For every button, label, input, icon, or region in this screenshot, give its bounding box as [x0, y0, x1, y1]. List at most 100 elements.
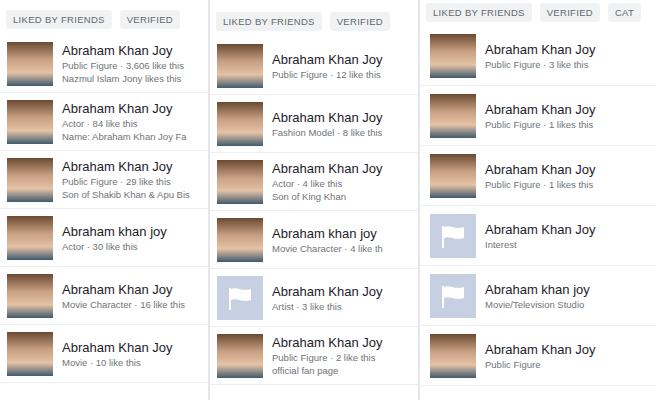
filter-chip[interactable]: VERIFIED	[540, 3, 600, 22]
result-note: Son of King Khan	[272, 191, 383, 202]
result-list: Abraham Khan Joy Public Figure · 3 like …	[420, 26, 656, 386]
result-row[interactable]: Abraham Khan Joy Actor · 4 like this Son…	[210, 153, 418, 211]
result-info: Abraham Khan Joy Actor · 4 like this Son…	[272, 161, 383, 202]
filter-chip[interactable]: VERIFIED	[120, 10, 180, 29]
result-info: Abraham Khan Joy Public Figure · 3,606 l…	[62, 43, 184, 84]
result-note: Son of Shakib Khan & Apu Bis	[62, 189, 190, 200]
result-note: official fan page	[272, 365, 383, 376]
result-row[interactable]: Abraham khan joy Movie Character · 4 lik…	[210, 211, 418, 269]
profile-photo	[7, 274, 53, 318]
result-info: Abraham Khan Joy Movie Character · 16 li…	[62, 282, 185, 310]
result-row[interactable]: Abraham Khan Joy Movie Character · 16 li…	[0, 267, 208, 325]
search-results-panel: LIKED BY FRIENDS VERIFIED CAT Abraham Khan…	[420, 0, 656, 400]
profile-photo	[7, 158, 53, 202]
profile-photo	[7, 42, 53, 86]
result-name: Abraham khan joy	[62, 224, 167, 239]
result-name: Abraham khan joy	[485, 282, 590, 297]
result-row[interactable]: Abraham Khan Joy Public Figure · 2 like …	[210, 327, 418, 385]
result-info: Abraham Khan Joy Public Figure · 1 likes…	[485, 102, 596, 130]
result-row[interactable]: Abraham khan joy Movie/Television Studio	[420, 266, 656, 326]
result-name: Abraham Khan Joy	[62, 282, 185, 297]
filter-bar: LIKED BY FRIENDS VERIFIED	[0, 10, 208, 29]
profile-photo	[217, 218, 263, 262]
filter-chip[interactable]: VERIFIED	[330, 12, 390, 31]
filter-chip[interactable]: LIKED BY FRIENDS	[6, 10, 112, 29]
profile-photo	[430, 154, 476, 198]
filter-chip[interactable]: LIKED BY FRIENDS	[216, 12, 322, 31]
result-note: Name: Abraham Khan Joy Fa	[62, 131, 187, 142]
result-row[interactable]: Abraham Khan Joy Public Figure	[420, 326, 656, 386]
result-name: Abraham Khan Joy	[485, 342, 596, 357]
result-name: Abraham Khan Joy	[62, 43, 184, 58]
result-row[interactable]: Abraham Khan Joy Interest	[420, 206, 656, 266]
result-meta: Public Figure · 29 like this	[62, 176, 190, 187]
result-name: Abraham Khan Joy	[62, 340, 173, 355]
result-name: Abraham Khan Joy	[62, 101, 187, 116]
result-name: Abraham Khan Joy	[272, 335, 383, 350]
result-meta: Actor · 30 like this	[62, 241, 167, 252]
result-note: Nazmul Islam Jony likes this	[62, 73, 184, 84]
result-meta: Public Figure	[485, 359, 596, 370]
filter-bar: LIKED BY FRIENDS VERIFIED CAT	[420, 3, 656, 22]
result-info: Abraham Khan Joy Public Figure · 2 like …	[272, 335, 383, 376]
search-results-panel: LIKED BY FRIENDS VERIFIED Abraham Khan Jo…	[210, 0, 420, 400]
result-name: Abraham Khan Joy	[485, 102, 596, 117]
result-name: Abraham Khan Joy	[272, 284, 383, 299]
result-info: Abraham Khan Joy Public Figure · 12 like…	[272, 52, 383, 80]
result-meta: Public Figure · 3,606 like this	[62, 60, 184, 71]
result-row[interactable]: Abraham Khan Joy Movie · 10 like this	[0, 325, 208, 383]
result-meta: Artist · 3 like this	[272, 301, 383, 312]
profile-photo	[7, 216, 53, 260]
result-row[interactable]: Abraham Khan Joy Artist · 3 like this	[210, 269, 418, 327]
result-row[interactable]: Abraham Khan Joy Public Figure · 3,606 l…	[0, 35, 208, 93]
profile-photo	[7, 100, 53, 144]
profile-photo	[217, 160, 263, 204]
result-row[interactable]: Abraham Khan Joy Public Figure · 12 like…	[210, 37, 418, 95]
result-row[interactable]: Abraham Khan Joy Public Figure · 3 like …	[420, 26, 656, 86]
result-info: Abraham Khan Joy Actor · 84 like this Na…	[62, 101, 187, 142]
result-row[interactable]: Abraham Khan Joy Actor · 84 like this Na…	[0, 93, 208, 151]
flag-icon	[225, 285, 255, 311]
result-meta: Public Figure · 3 like this	[485, 59, 596, 70]
page-thumbnail	[430, 214, 476, 258]
result-info: Abraham Khan Joy Artist · 3 like this	[272, 284, 383, 312]
flag-icon	[438, 283, 468, 309]
result-row[interactable]: Abraham Khan Joy Public Figure · 29 like…	[0, 151, 208, 209]
result-meta: Movie/Television Studio	[485, 299, 590, 310]
result-name: Abraham Khan Joy	[485, 222, 596, 237]
result-name: Abraham Khan Joy	[485, 162, 596, 177]
page-thumbnail	[217, 276, 263, 320]
page-thumbnail	[430, 274, 476, 318]
result-row[interactable]: Abraham Khan Joy Public Figure · 1 likes…	[420, 86, 656, 146]
profile-photo	[217, 102, 263, 146]
result-list: Abraham Khan Joy Public Figure · 12 like…	[210, 37, 418, 385]
result-meta: Public Figure · 1 likes this	[485, 179, 596, 190]
result-meta: Movie · 10 like this	[62, 357, 173, 368]
filter-chip[interactable]: LIKED BY FRIENDS	[426, 3, 532, 22]
result-meta: Movie Character · 16 like this	[62, 299, 185, 310]
result-meta: Movie Character · 4 like th	[272, 243, 383, 254]
result-row[interactable]: Abraham khan joy Actor · 30 like this	[0, 209, 208, 267]
result-info: Abraham Khan Joy Public Figure · 29 like…	[62, 159, 190, 200]
profile-photo	[430, 34, 476, 78]
result-info: Abraham Khan Joy Public Figure · 3 like …	[485, 42, 596, 70]
filter-chip[interactable]: CAT	[608, 3, 641, 22]
result-row[interactable]: Abraham Khan Joy Public Figure · 1 likes…	[420, 146, 656, 206]
result-meta: Fashion Model · 8 like this	[272, 127, 383, 138]
result-info: Abraham Khan Joy Public Figure	[485, 342, 596, 370]
result-meta: Public Figure · 1 likes this	[485, 119, 596, 130]
result-info: Abraham khan joy Movie Character · 4 lik…	[272, 226, 383, 254]
result-list: Abraham Khan Joy Public Figure · 3,606 l…	[0, 35, 208, 383]
result-meta: Actor · 4 like this	[272, 178, 383, 189]
result-meta: Actor · 84 like this	[62, 118, 187, 129]
result-info: Abraham Khan Joy Fashion Model · 8 like …	[272, 110, 383, 138]
result-name: Abraham Khan Joy	[485, 42, 596, 57]
result-row[interactable]: Abraham Khan Joy Fashion Model · 8 like …	[210, 95, 418, 153]
profile-photo	[7, 332, 53, 376]
profile-photo	[430, 334, 476, 378]
search-results-panel: LIKED BY FRIENDS VERIFIED Abraham Khan Jo…	[0, 0, 210, 400]
result-name: Abraham Khan Joy	[272, 110, 383, 125]
screenshot-collage: LIKED BY FRIENDS VERIFIED Abraham Khan Jo…	[0, 0, 656, 400]
result-meta: Interest	[485, 239, 596, 250]
result-info: Abraham Khan Joy Movie · 10 like this	[62, 340, 173, 368]
